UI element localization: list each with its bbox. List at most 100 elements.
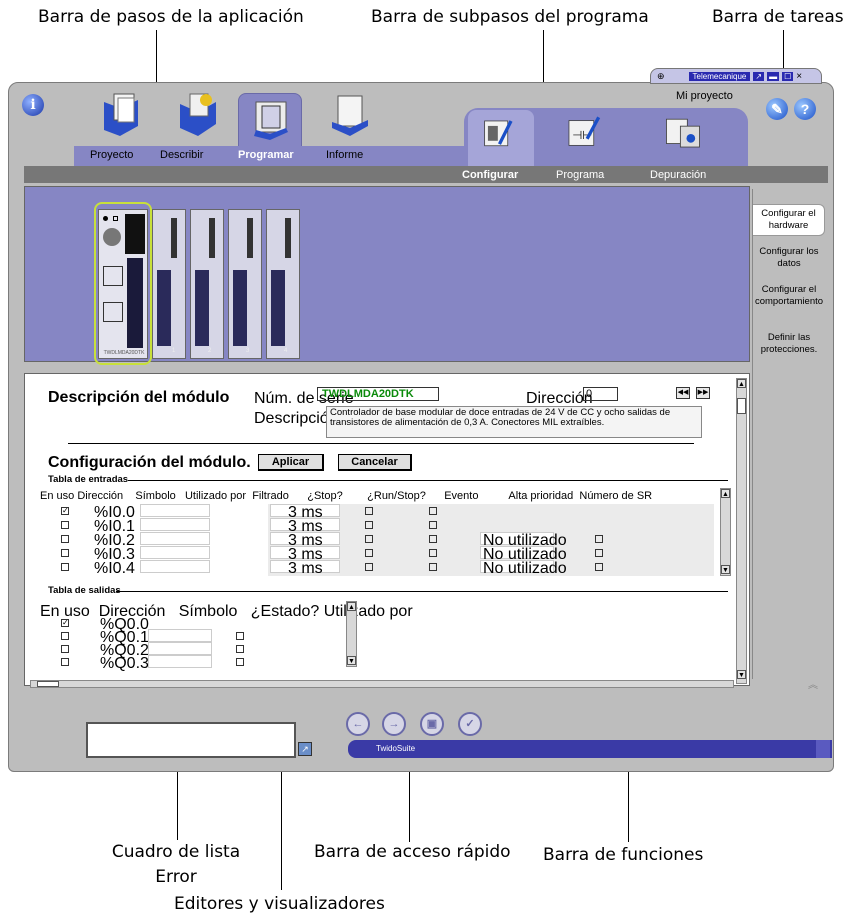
expansion-number: 1 — [172, 348, 176, 354]
run-stop-checkbox[interactable] — [429, 535, 437, 543]
project-step-icon[interactable] — [98, 90, 144, 136]
stop-checkbox[interactable] — [365, 549, 373, 557]
high-priority-checkbox[interactable] — [595, 549, 603, 557]
expansion-module-4[interactable] — [266, 209, 300, 359]
in-use-checkbox[interactable] — [61, 535, 69, 543]
row-filter: 3 ms — [288, 560, 323, 577]
state-checkbox[interactable] — [236, 658, 244, 666]
minimize-button[interactable]: ▬ — [767, 71, 780, 81]
step-project[interactable]: Proyecto — [90, 149, 133, 161]
symbol-cell[interactable] — [148, 629, 212, 642]
program-substep-icon[interactable]: ⊣⊢ — [562, 114, 604, 152]
task-define-protections[interactable]: Definir las protecciones. — [753, 332, 825, 356]
apply-button[interactable]: Aplicar — [258, 454, 324, 471]
col-event: Evento — [444, 490, 479, 502]
in-use-checkbox[interactable] — [61, 563, 69, 571]
substep-label-bar — [24, 166, 828, 183]
expansion-module-1[interactable] — [152, 209, 186, 359]
expand-error-list-icon[interactable]: ↗ — [298, 742, 312, 756]
scroll-down-icon[interactable]: ▼ — [721, 565, 730, 574]
col-used-by: Utilizado por — [184, 490, 247, 502]
in-use-checkbox[interactable] — [61, 645, 69, 653]
substep-configure[interactable]: Configurar — [462, 169, 518, 181]
substep-debug[interactable]: Depuración — [650, 169, 706, 181]
inputs-table-title: Tabla de entradas — [48, 474, 129, 485]
stop-checkbox[interactable] — [365, 563, 373, 571]
editor-hscrollbar[interactable] — [30, 680, 734, 688]
run-stop-checkbox[interactable] — [429, 507, 437, 515]
program-step-icon[interactable] — [248, 96, 294, 142]
state-checkbox[interactable] — [236, 645, 244, 653]
error-list-box[interactable] — [86, 722, 296, 758]
inputs-scrollbar[interactable] — [720, 488, 731, 576]
report-step-icon[interactable] — [328, 90, 374, 136]
resize-grip-icon[interactable] — [816, 740, 830, 758]
in-use-checkbox[interactable] — [61, 521, 69, 529]
in-use-checkbox[interactable] — [61, 658, 69, 666]
state-checkbox[interactable] — [236, 632, 244, 640]
scroll-up-icon[interactable]: ▲ — [721, 489, 730, 498]
scroll-down-icon[interactable]: ▼ — [737, 670, 746, 679]
hscroll-thumb[interactable] — [37, 681, 59, 687]
tools-icon[interactable]: ✎ — [766, 98, 788, 120]
in-use-checkbox[interactable] — [61, 549, 69, 557]
high-priority-checkbox[interactable] — [595, 563, 603, 571]
brand-logo: Telemecanique — [688, 71, 751, 81]
debug-substep-icon[interactable] — [660, 114, 706, 154]
collapse-icon[interactable]: ︽ — [808, 676, 818, 691]
symbol-cell[interactable] — [148, 655, 212, 668]
address-field[interactable]: 0 — [583, 387, 618, 401]
outputs-table-title: Tabla de salidas — [48, 585, 121, 596]
help-icon[interactable]: ? — [794, 98, 816, 120]
restore-button[interactable]: ↗ — [753, 71, 765, 81]
scroll-up-icon[interactable]: ▲ — [347, 602, 356, 611]
symbol-cell[interactable] — [148, 642, 212, 655]
previous-module-button[interactable]: ◀◀ — [676, 387, 690, 399]
step-describe[interactable]: Describir — [160, 149, 203, 161]
configure-substep-icon[interactable] — [478, 116, 516, 154]
describe-step-icon[interactable] — [176, 90, 222, 136]
in-use-checkbox[interactable] — [61, 632, 69, 640]
maximize-button[interactable]: ☐ — [782, 71, 794, 81]
in-use-checkbox[interactable]: ✓ — [61, 619, 69, 627]
callout-error-list-box: Cuadro de lista Error — [111, 842, 241, 887]
analyze-button[interactable]: ✓ — [458, 712, 482, 736]
substep-program[interactable]: Programa — [556, 169, 604, 181]
function-bar — [348, 740, 832, 758]
step-program[interactable]: Programar — [238, 149, 294, 161]
symbol-cell[interactable] — [140, 546, 210, 559]
in-use-checkbox[interactable]: ✓ — [61, 507, 69, 515]
step-report[interactable]: Informe — [326, 149, 363, 161]
stop-checkbox[interactable] — [365, 507, 373, 515]
forward-button[interactable]: → — [382, 712, 406, 736]
symbol-cell[interactable] — [140, 560, 210, 573]
save-button[interactable]: ▣ — [420, 712, 444, 736]
task-configure-behavior[interactable]: Configurar el comportamiento — [753, 284, 825, 308]
callout-function-bar: Barra de funciones — [543, 845, 704, 865]
stop-checkbox[interactable] — [365, 521, 373, 529]
task-configure-hardware[interactable]: Configurar el hardware — [753, 204, 825, 236]
description-field[interactable]: Controlador de base modular de doce entr… — [326, 406, 702, 438]
high-priority-checkbox[interactable] — [595, 535, 603, 543]
task-configure-data[interactable]: Configurar los datos — [753, 246, 825, 270]
scroll-up-icon[interactable]: ▲ — [737, 379, 746, 388]
symbol-cell[interactable] — [140, 518, 210, 531]
symbol-cell[interactable] — [140, 532, 210, 545]
editor-scroll-thumb[interactable] — [737, 398, 746, 414]
scroll-down-icon[interactable]: ▼ — [347, 656, 356, 665]
col-used-by: Utilizado por — [323, 603, 413, 620]
editor-scrollbar[interactable] — [736, 378, 747, 684]
next-module-button[interactable]: ▶▶ — [696, 387, 710, 399]
stop-checkbox[interactable] — [365, 535, 373, 543]
run-stop-checkbox[interactable] — [429, 563, 437, 571]
run-stop-checkbox[interactable] — [429, 549, 437, 557]
back-button[interactable]: ← — [346, 712, 370, 736]
symbol-cell[interactable] — [140, 504, 210, 517]
expansion-module-2[interactable] — [190, 209, 224, 359]
cancel-button[interactable]: Cancelar — [338, 454, 412, 471]
close-icon[interactable]: × — [796, 71, 802, 82]
run-stop-checkbox[interactable] — [429, 521, 437, 529]
serial-field[interactable]: TWDLMDA20DTK — [317, 387, 439, 401]
info-icon[interactable]: i — [22, 94, 44, 116]
expansion-module-3[interactable] — [228, 209, 262, 359]
